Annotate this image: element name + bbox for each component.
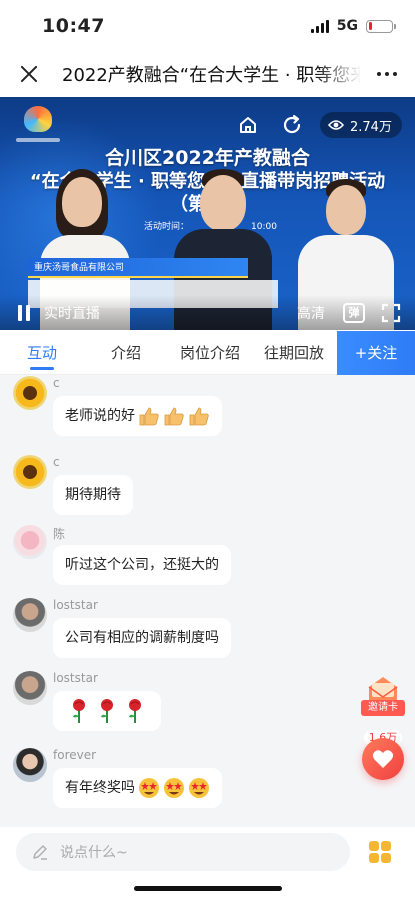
- chat-username: loststar: [53, 598, 98, 612]
- viewer-count: 2.74万: [320, 112, 402, 138]
- chat-list[interactable]: c 老师说的好 c 期待期待 陈 听过这个公司，还挺大的 loststar 公司…: [0, 375, 415, 827]
- follow-button[interactable]: +关注: [337, 331, 415, 375]
- nav-bar: 2022产教融合“在合大学生 · 职等您来”直播带岗招聘活动: [0, 52, 415, 96]
- viewer-count-text: 2.74万: [350, 119, 392, 135]
- status-bar: 10:47 5G: [0, 0, 415, 52]
- chat-message: forever 有年终奖吗: [13, 748, 333, 812]
- event-logo: [16, 106, 60, 142]
- chat-bubble: [53, 691, 161, 731]
- pencil-icon: [33, 845, 47, 860]
- chat-bubble: 期待期待: [53, 475, 133, 515]
- thumbs-up-emoji: [164, 407, 184, 426]
- rose-emoji: [73, 699, 85, 723]
- chat-username: c: [53, 455, 60, 469]
- avatar[interactable]: [13, 598, 47, 632]
- live-label: 实时直播: [44, 305, 100, 322]
- thumbs-up-emoji: [189, 407, 209, 426]
- pause-icon[interactable]: [18, 304, 32, 321]
- heart-icon: [372, 750, 394, 768]
- chat-text: 听过这个公司，还挺大的: [65, 557, 219, 573]
- eye-icon: [328, 120, 344, 130]
- like-button[interactable]: [362, 738, 404, 780]
- chat-bubble: 公司有相应的调薪制度吗: [53, 618, 231, 658]
- chat-message: loststar 公司有相应的调薪制度吗: [13, 598, 333, 662]
- status-time: 10:47: [42, 15, 105, 37]
- tab-interaction[interactable]: 互动: [0, 331, 84, 374]
- quality-button[interactable]: 高清: [297, 303, 325, 323]
- tab-bar: 互动 介绍 岗位介绍 往期回放 +关注: [0, 331, 415, 375]
- chat-bubble: 老师说的好: [53, 396, 222, 436]
- chat-username: c: [53, 376, 60, 390]
- rose-emoji: [129, 699, 141, 723]
- page-title: 2022产教融合“在合大学生 · 职等您来”直播带岗招聘活动: [62, 65, 361, 86]
- star-struck-emoji: [164, 778, 184, 798]
- chat-message: 陈 听过这个公司，还挺大的: [13, 525, 333, 589]
- chat-username: forever: [53, 748, 97, 762]
- chat-message: c 期待期待: [13, 455, 333, 519]
- comment-bar: 说点什么~: [0, 827, 415, 900]
- chat-text: 有年终奖吗: [65, 780, 135, 796]
- rose-emoji: [101, 699, 113, 723]
- avatar[interactable]: [13, 671, 47, 705]
- network-type: 5G: [336, 18, 358, 34]
- battery-icon: [366, 19, 396, 33]
- video-controls: 实时直播 高清 弹: [0, 295, 415, 330]
- live-video-player[interactable]: 合川区2022年产教融合 “在合大学生 · 职等您来” 直播带岗招聘活动 （第 …: [0, 97, 415, 330]
- avatar[interactable]: [13, 455, 47, 489]
- chat-message: loststar: [13, 671, 333, 735]
- star-struck-emoji: [139, 778, 159, 798]
- danmu-toggle-icon[interactable]: 弹: [343, 302, 365, 323]
- comment-input[interactable]: 说点什么~: [16, 833, 350, 871]
- more-icon[interactable]: [371, 72, 397, 76]
- close-icon[interactable]: [18, 63, 40, 85]
- invite-card-label[interactable]: 邀请卡: [361, 700, 405, 716]
- avatar[interactable]: [13, 748, 47, 782]
- tab-introduction[interactable]: 介绍: [84, 331, 168, 374]
- signal-icon: [310, 19, 329, 33]
- chat-text: 老师说的好: [65, 408, 135, 424]
- avatar[interactable]: [13, 376, 47, 410]
- fullscreen-icon[interactable]: [381, 303, 401, 323]
- avatar[interactable]: [13, 525, 47, 559]
- chat-username: 陈: [53, 527, 66, 541]
- company-lower-third: 重庆汤哥食品有限公司: [28, 258, 248, 278]
- chat-bubble: 听过这个公司，还挺大的: [53, 545, 231, 585]
- tab-job-introduction[interactable]: 岗位介绍: [168, 331, 252, 374]
- chat-text: 公司有相应的调薪制度吗: [65, 630, 219, 646]
- chat-username: loststar: [53, 671, 98, 685]
- status-indicators: 5G: [310, 18, 396, 34]
- chat-text: 期待期待: [65, 487, 121, 503]
- apps-grid-icon[interactable]: [369, 841, 391, 863]
- thumbs-up-emoji: [139, 407, 159, 426]
- tab-past-replays[interactable]: 往期回放: [252, 331, 336, 374]
- home-icon[interactable]: [238, 115, 258, 135]
- comment-placeholder: 说点什么~: [60, 845, 128, 861]
- refresh-icon[interactable]: [281, 114, 303, 136]
- chat-message: c 老师说的好: [13, 376, 333, 440]
- home-indicator: [134, 886, 282, 891]
- chat-bubble: 有年终奖吗: [53, 768, 222, 808]
- star-struck-emoji: [189, 778, 209, 798]
- banner-title-line1: 合川区2022年产教融合: [105, 147, 310, 169]
